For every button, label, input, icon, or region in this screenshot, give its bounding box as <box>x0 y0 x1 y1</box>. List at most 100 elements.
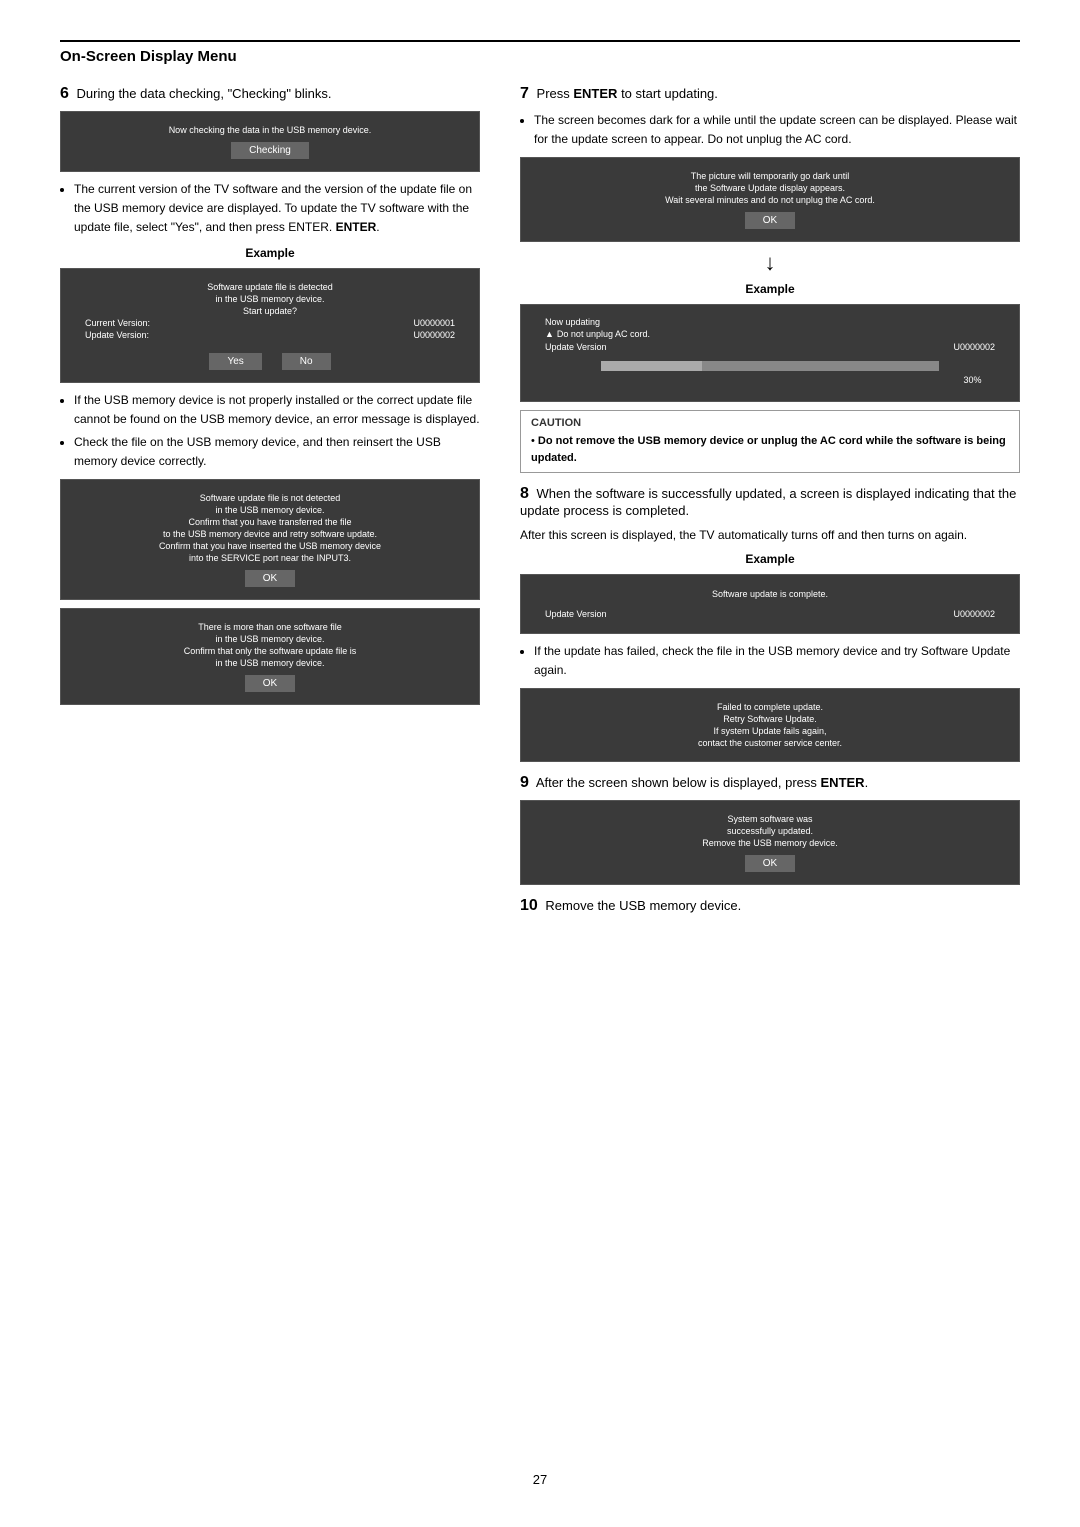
step9-container: 9 After the screen shown below is displa… <box>520 774 1020 885</box>
step6-bullet3: Check the file on the USB memory device,… <box>74 433 480 471</box>
step6-screen3-ok-button[interactable]: OK <box>245 570 295 587</box>
step7-enter-label: ENTER <box>573 86 617 101</box>
s8s1-update-label: Update Version <box>545 609 607 619</box>
step8-screen1: Software update is complete. Update Vers… <box>520 574 1020 634</box>
step8-bullets: If the update has failed, check the file… <box>534 642 1020 680</box>
step7-bullets: The screen becomes dark for a while unti… <box>534 111 1020 149</box>
s6s3-line1: Software update file is not detected <box>200 493 341 503</box>
step6-text: During the data checking, "Checking" bli… <box>77 86 332 101</box>
s6s3-line5: Confirm that you have inserted the USB m… <box>159 541 381 551</box>
s6s3-line2: in the USB memory device. <box>215 505 324 515</box>
step7-number: 7 <box>520 85 529 102</box>
s8s1-update-version-row: Update Version U0000002 <box>535 608 1005 620</box>
step6-screen2: Software update file is detected in the … <box>60 268 480 383</box>
step8-text: When the software is successfully update… <box>520 486 1016 518</box>
page-number: 27 <box>533 1472 547 1487</box>
step6-screen1-line1: Now checking the data in the USB memory … <box>169 125 372 135</box>
step7-progress-container: 30% <box>559 357 982 385</box>
s6s4-line4: in the USB memory device. <box>215 658 324 668</box>
step6-screen3: Software update file is not detected in … <box>60 479 480 600</box>
step7-bullet1: The screen becomes dark for a while unti… <box>534 111 1020 149</box>
s6s2-current-version-row: Current Version: U0000001 <box>75 317 465 329</box>
caution-bold-text: Do not remove the USB memory device or u… <box>531 435 1006 464</box>
s6s2-line2: in the USB memory device. <box>215 294 324 304</box>
progress-bar-inner <box>601 361 703 371</box>
progress-bar-outer <box>601 361 939 371</box>
s6s2-update-label: Update Version: <box>85 330 149 340</box>
s8s1-line1: Software update is complete. <box>712 589 828 599</box>
step10-container: 10 Remove the USB memory device. <box>520 897 1020 915</box>
step8-bullet1: If the update has failed, check the file… <box>534 642 1020 680</box>
down-arrow-icon: ↓ <box>520 250 1020 276</box>
step6-heading: 6 During the data checking, "Checking" b… <box>60 85 480 103</box>
s6s3-line6: into the SERVICE port near the INPUT3. <box>189 553 351 563</box>
s6s4-line1: There is more than one software file <box>198 622 342 632</box>
s7s2-line1: Now updating <box>535 317 1005 327</box>
step8-number: 8 <box>520 485 529 502</box>
s6s4-line3: Confirm that only the software update fi… <box>184 646 357 656</box>
s6s3-line4: to the USB memory device and retry softw… <box>163 529 377 539</box>
s9s1-line3: Remove the USB memory device. <box>702 838 838 848</box>
step9-text: After the screen shown below is displaye… <box>536 775 821 790</box>
caution-text: • Do not remove the USB memory device or… <box>531 433 1009 466</box>
s6s2-current-label: Current Version: <box>85 318 150 328</box>
caution-box: CAUTION • Do not remove the USB memory d… <box>520 410 1020 473</box>
s6s2-no-button[interactable]: No <box>282 353 331 370</box>
step10-text: Remove the USB memory device. <box>545 898 741 913</box>
s8s2-line3: If system Update fails again, <box>713 726 826 736</box>
s7s1-line2: the Software Update display appears. <box>695 183 845 193</box>
step9-number: 9 <box>520 774 529 791</box>
s6s2-current-value: U0000001 <box>413 318 455 328</box>
step8-heading: 8 When the software is successfully upda… <box>520 485 1020 518</box>
step9-ok-button[interactable]: OK <box>745 855 795 872</box>
step9-heading: 9 After the screen shown below is displa… <box>520 774 1020 792</box>
step9-enter-label: ENTER <box>821 775 865 790</box>
step7-example-label: Example <box>520 282 1020 296</box>
step8-container: 8 When the software is successfully upda… <box>520 485 1020 762</box>
section-header: On-Screen Display Menu <box>60 40 1020 65</box>
two-column-layout: 6 During the data checking, "Checking" b… <box>60 85 1020 923</box>
step6-screen4-ok-button[interactable]: OK <box>245 675 295 692</box>
s7s1-line1: The picture will temporarily go dark unt… <box>691 171 850 181</box>
s8s1-update-value: U0000002 <box>953 609 995 619</box>
s8s2-line2: Retry Software Update. <box>723 714 817 724</box>
s8s2-line4: contact the customer service center. <box>698 738 842 748</box>
step7-text-rest: to start updating. <box>621 86 718 101</box>
s7s2-update-value: U0000002 <box>953 342 995 352</box>
step6-example-label: Example <box>60 246 480 260</box>
step6-bullet2: If the USB memory device is not properly… <box>74 391 480 429</box>
s7s2-caution-line: Do not unplug AC cord. <box>557 329 650 339</box>
s6s4-line2: in the USB memory device. <box>215 634 324 644</box>
s6s2-yes-button[interactable]: Yes <box>209 353 261 370</box>
triangle-icon: ▲ <box>545 329 554 339</box>
step10-number: 10 <box>520 897 538 914</box>
step6-screen4: There is more than one software file in … <box>60 608 480 705</box>
step6-bullets-1: The current version of the TV software a… <box>74 180 480 238</box>
section-title: On-Screen Display Menu <box>60 48 237 65</box>
step8-example-label: Example <box>520 552 1020 566</box>
step6-enter-label: ENTER <box>336 220 377 234</box>
step8-text2: After this screen is displayed, the TV a… <box>520 526 1020 545</box>
step6-bullets-2-3: If the USB memory device is not properly… <box>74 391 480 472</box>
step6-screen1: Now checking the data in the USB memory … <box>60 111 480 172</box>
step8-screen2: Failed to complete update. Retry Softwar… <box>520 688 1020 762</box>
s7s2-update-version-row: Update Version U0000002 <box>535 341 1005 353</box>
s6s2-update-version-row: Update Version: U0000002 <box>75 329 465 341</box>
s9s1-line1: System software was <box>727 814 812 824</box>
step6-checking-button[interactable]: Checking <box>231 142 309 159</box>
progress-percent: 30% <box>559 375 982 385</box>
s9s1-line2: successfully updated. <box>727 826 813 836</box>
step7-screen1: The picture will temporarily go dark unt… <box>520 157 1020 242</box>
s6s2-line3: Start update? <box>243 306 297 316</box>
s6s2-update-value: U0000002 <box>413 330 455 340</box>
s7s2-update-label: Update Version <box>545 342 607 352</box>
s6s2-btn-row: Yes No <box>209 347 330 370</box>
s6s2-line1: Software update file is detected <box>207 282 333 292</box>
step9-screen1: System software was successfully updated… <box>520 800 1020 885</box>
step7-screen1-ok-button[interactable]: OK <box>745 212 795 229</box>
step10-heading: 10 Remove the USB memory device. <box>520 897 1020 915</box>
step6-bullet1: The current version of the TV software a… <box>74 180 480 238</box>
step6-number: 6 <box>60 85 69 102</box>
step7-screen2: Now updating ▲ Do not unplug AC cord. Up… <box>520 304 1020 402</box>
s6s3-line3: Confirm that you have transferred the fi… <box>188 517 351 527</box>
